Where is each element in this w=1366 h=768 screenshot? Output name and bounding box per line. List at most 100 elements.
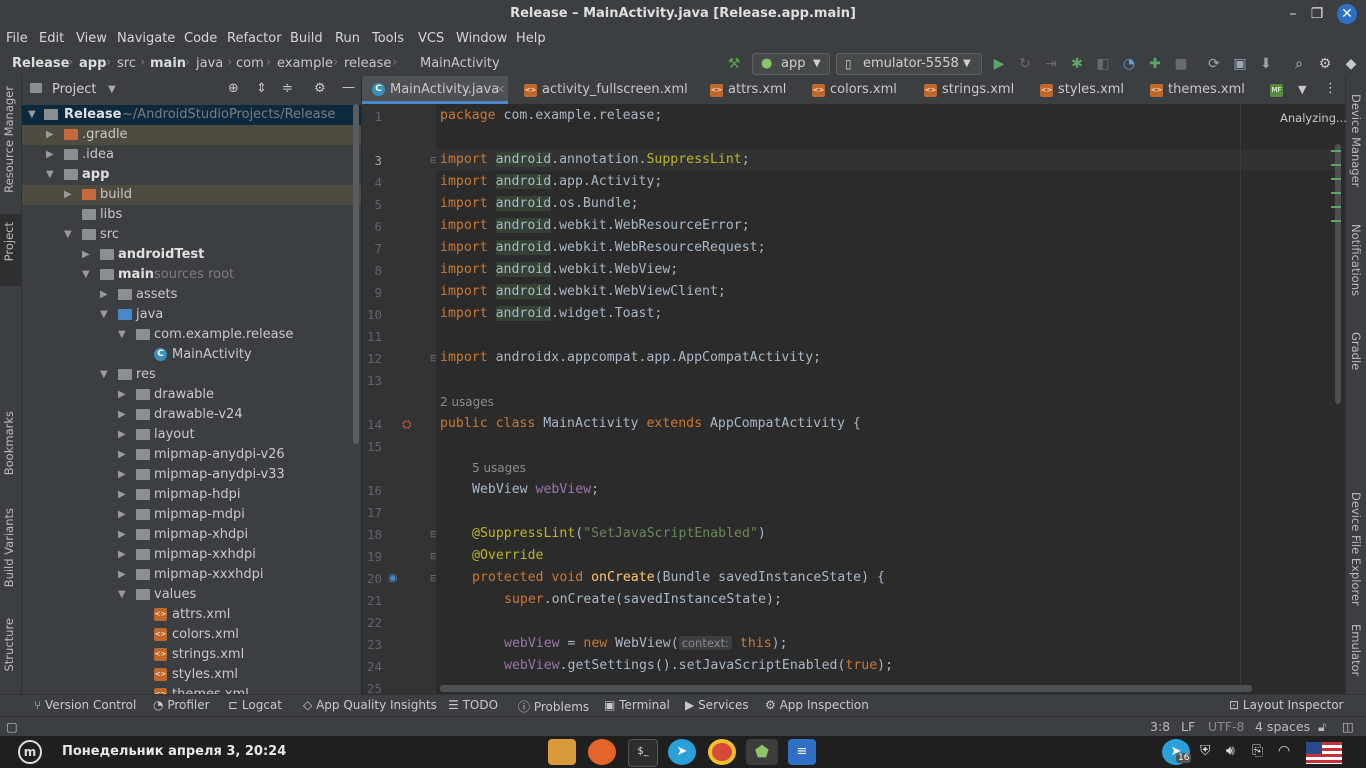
chevron-down-icon[interactable]: ▼ — [100, 365, 112, 385]
breadcrumb-main[interactable]: main — [150, 56, 186, 71]
minimize-icon[interactable]: – — [1282, 4, 1304, 24]
text-editor-app-icon[interactable]: ≡ — [788, 739, 816, 765]
menu-run[interactable]: Run — [335, 31, 360, 46]
debug-icon[interactable]: ✱ — [1069, 56, 1085, 72]
tree-item-mipmap-xxxhdpi[interactable]: ▶ mipmap-xxxhdpi — [22, 565, 361, 585]
tool-emulator[interactable]: Emulator — [1349, 624, 1363, 676]
updates-icon[interactable]: ◆ — [1343, 56, 1359, 72]
tree-item-mipmap-anydpi-v26[interactable]: ▶ mipmap-anydpi-v26 — [22, 445, 361, 465]
tree-item-java[interactable]: ▼ java — [22, 305, 361, 325]
tree-item-layout[interactable]: ▶ layout — [22, 425, 361, 445]
files-app-icon[interactable] — [548, 739, 576, 765]
menu-view[interactable]: View — [76, 31, 107, 46]
mint-menu-icon[interactable]: m — [18, 740, 42, 764]
chevron-down-icon[interactable]: ▼ — [118, 325, 130, 345]
tool-device-file-explorer[interactable]: Device File Explorer — [1349, 492, 1363, 606]
tab-themes-xml[interactable]: <> themes.xml — [1146, 76, 1254, 104]
breadcrumb-java[interactable]: java — [196, 56, 223, 71]
horizontal-scrollbar[interactable] — [440, 685, 1252, 692]
more-options-icon[interactable]: ⋮ — [1324, 81, 1337, 96]
caret-position[interactable]: 3:8 — [1150, 719, 1170, 734]
collapse-all-icon[interactable]: ≑ — [282, 81, 293, 96]
tree-item-mipmap-xxhdpi[interactable]: ▶ mipmap-xxhdpi — [22, 545, 361, 565]
menu-refactor[interactable]: Refactor — [227, 31, 282, 46]
locate-icon[interactable]: ⊕ — [228, 81, 239, 96]
gear-icon[interactable]: ⚙ — [1317, 56, 1333, 72]
taskbar-clock[interactable]: Понедельник апреля 3, 20:24 — [62, 744, 286, 759]
tree-item-colors-xml[interactable]: <> colors.xml — [22, 625, 361, 645]
tree-item-build[interactable]: ▶ build — [22, 185, 361, 205]
attach-debugger-icon[interactable]: ◧ — [1095, 56, 1111, 72]
line-separator[interactable]: LF — [1181, 719, 1195, 734]
tab-strings-xml[interactable]: <> strings.xml — [920, 76, 1024, 104]
chevron-right-icon[interactable]: ▶ — [118, 565, 130, 585]
menu-vcs[interactable]: VCS — [418, 31, 444, 46]
menu-help[interactable]: Help — [516, 31, 546, 46]
tab-overflow-manifest[interactable]: MF — [1268, 76, 1288, 104]
coverage-icon[interactable]: ✚ — [1147, 56, 1163, 72]
menu-file[interactable]: File — [6, 31, 28, 46]
toggle-tool-windows-icon[interactable]: ▢ — [6, 719, 18, 734]
tree-item-libs[interactable]: libs — [22, 205, 361, 225]
tool-project[interactable]: Project — [2, 222, 16, 261]
tool-structure[interactable]: Structure — [2, 618, 16, 672]
tool-todo[interactable]: ☰ TODO — [448, 698, 498, 712]
search-icon[interactable]: ⌕ — [1291, 56, 1307, 72]
usages-hint[interactable]: 2 usages — [440, 395, 494, 409]
firefox-app-icon[interactable] — [588, 739, 616, 765]
project-view-title[interactable]: Project — [52, 82, 96, 97]
tree-item-res[interactable]: ▼ res — [22, 365, 361, 385]
tree-item-drawable[interactable]: ▶ drawable — [22, 385, 361, 405]
tool-resource-manager[interactable]: Resource Manager — [2, 86, 16, 193]
breadcrumb-src[interactable]: src — [117, 56, 136, 71]
device-select[interactable]: ▯ emulator-5558 ▼ — [836, 53, 982, 75]
close-icon[interactable]: ✕ — [1337, 4, 1357, 24]
tool-version-control[interactable]: ⑂ Version Control — [34, 698, 136, 712]
tab-colors-xml[interactable]: <> colors.xml — [808, 76, 908, 104]
menu-build[interactable]: Build — [290, 31, 323, 46]
breadcrumb-app[interactable]: app — [79, 56, 106, 71]
file-encoding[interactable]: UTF-8 — [1208, 719, 1244, 734]
chevron-right-icon[interactable]: ▶ — [46, 145, 58, 165]
tree-item-mipmap-anydpi-v33[interactable]: ▶ mipmap-anydpi-v33 — [22, 465, 361, 485]
tool-services[interactable]: ▶ Services — [685, 698, 749, 712]
run-class-gutter-icon[interactable]: ⛭ — [402, 417, 412, 432]
chevron-right-icon[interactable]: ▶ — [82, 245, 94, 265]
chevron-right-icon[interactable]: ▶ — [118, 425, 130, 445]
terminal-app-icon[interactable]: $_ — [628, 739, 658, 767]
close-tab-icon[interactable]: ✕ — [496, 76, 505, 104]
rerun-icon[interactable]: ↻ — [1017, 56, 1033, 72]
tree-item-src[interactable]: ▼ src — [22, 225, 361, 245]
tree-item-mainactivity[interactable]: C MainActivity — [22, 345, 361, 365]
tree-item-gradle[interactable]: ▶ .gradle — [22, 125, 361, 145]
chevron-right-icon[interactable]: ▶ — [100, 285, 112, 305]
tree-item-values[interactable]: ▼ values — [22, 585, 361, 605]
hide-panel-icon[interactable]: — — [342, 80, 355, 95]
chevron-right-icon[interactable]: ▶ — [118, 405, 130, 425]
tool-terminal[interactable]: ▣ Terminal — [604, 698, 670, 712]
breadcrumb-com[interactable]: com — [236, 56, 264, 71]
breadcrumb-release-pkg[interactable]: release — [344, 56, 391, 71]
tree-item-attrs-xml[interactable]: <> attrs.xml — [22, 605, 361, 625]
tool-notifications[interactable]: Notifications — [1349, 224, 1363, 296]
chevron-down-icon[interactable]: ▼ — [64, 225, 76, 245]
tree-item-package[interactable]: ▼ com.example.release — [22, 325, 361, 345]
tree-item-idea[interactable]: ▶ .idea — [22, 145, 361, 165]
tool-gradle[interactable]: Gradle — [1349, 332, 1363, 370]
tool-project-active[interactable]: Project — [0, 214, 21, 286]
android-studio-app-icon[interactable]: ⬟ — [746, 739, 778, 765]
chevron-right-icon[interactable]: ▶ — [46, 125, 58, 145]
code-editor[interactable]: package com.example.release; import andr… — [436, 104, 1345, 694]
chevron-right-icon[interactable]: ▶ — [118, 445, 130, 465]
telegram-app-icon[interactable]: ➤ — [668, 739, 696, 765]
keyboard-layout-flag-icon[interactable] — [1306, 742, 1342, 764]
lock-icon[interactable]: 🔓︎ — [1318, 719, 1326, 735]
shield-icon[interactable]: ⛨ — [1200, 743, 1211, 759]
breadcrumb-mainactivity[interactable]: MainActivity — [420, 56, 500, 71]
tree-item-themes-xml[interactable]: <> themes.xml — [22, 685, 361, 694]
menu-code[interactable]: Code — [184, 31, 217, 46]
menu-tools[interactable]: Tools — [372, 31, 404, 46]
chevron-right-icon[interactable]: ▶ — [118, 465, 130, 485]
chevron-down-icon[interactable]: ▼ — [1298, 83, 1306, 96]
chevron-down-icon[interactable]: ▼ — [100, 305, 112, 325]
